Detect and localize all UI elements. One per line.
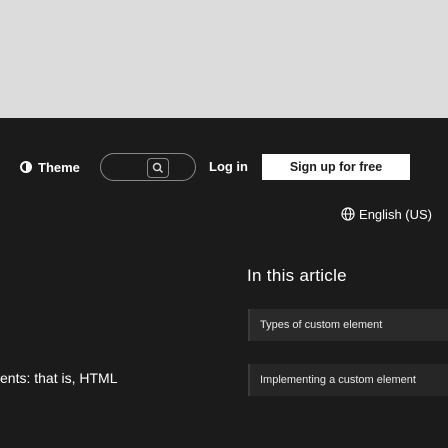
top-banner-area xyxy=(0,0,448,118)
language-selector[interactable]: English (US) xyxy=(341,204,432,224)
toc-heading: In this article xyxy=(247,266,347,285)
search-shortcut-key xyxy=(147,158,169,178)
article-body-text: ents: that is, HTML xyxy=(0,370,118,386)
toc-item-label: Implementing a custom element xyxy=(260,374,416,386)
site-header: Theme Log in Sign up for free xyxy=(0,153,448,181)
theme-contrast-icon xyxy=(20,161,32,173)
login-link[interactable]: Log in xyxy=(209,153,248,181)
search-icon xyxy=(152,162,163,173)
toc-item-types-of-custom-element[interactable]: Types of custom element xyxy=(248,309,448,341)
search-input[interactable] xyxy=(100,153,196,181)
toc-item-implementing-custom-element[interactable]: Implementing a custom element xyxy=(248,364,448,396)
signup-button[interactable]: Sign up for free xyxy=(262,154,410,180)
globe-icon xyxy=(341,207,355,221)
theme-label: Theme xyxy=(38,159,80,175)
theme-toggle-button[interactable]: Theme xyxy=(20,153,80,181)
toc-item-label: Types of custom element xyxy=(260,319,383,331)
language-label: English (US) xyxy=(359,206,432,222)
